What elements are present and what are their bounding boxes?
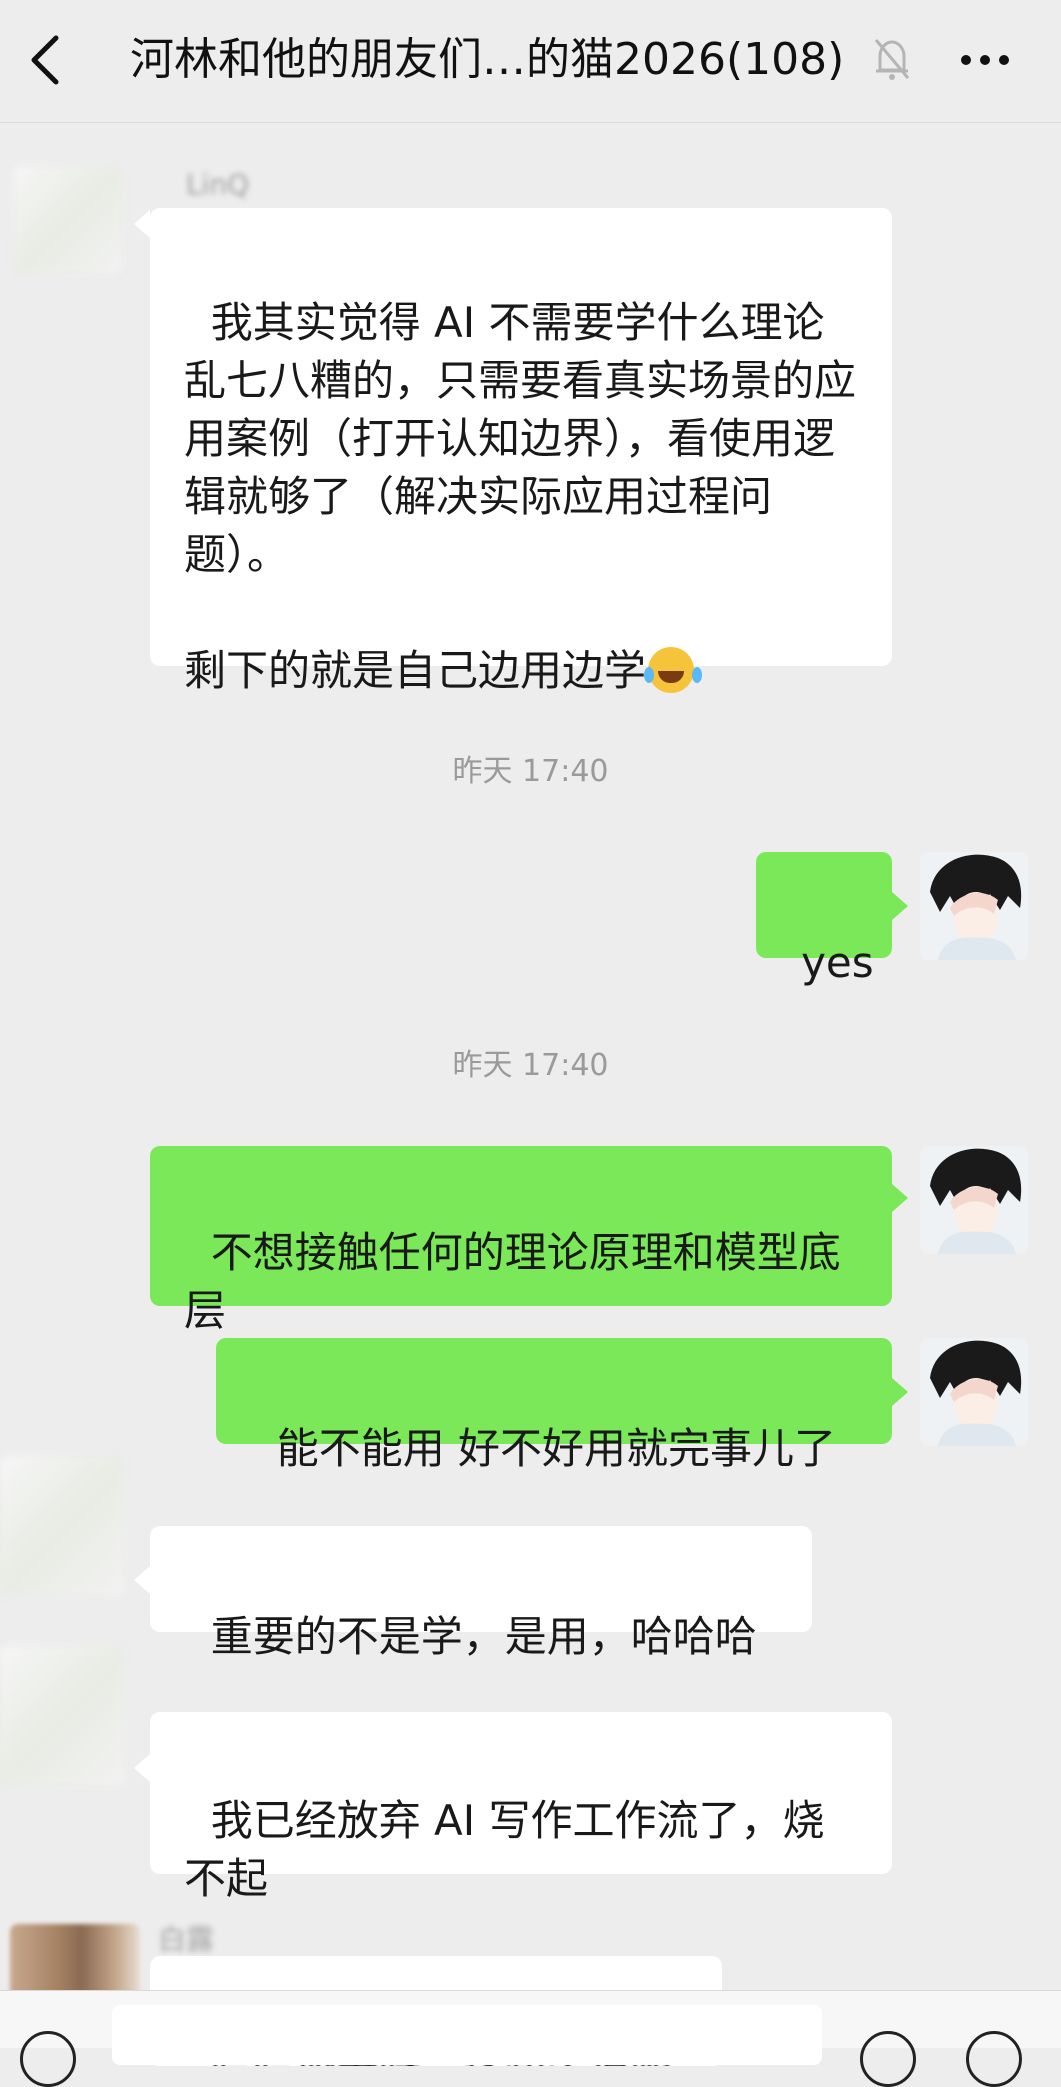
bubble-tail bbox=[134, 210, 150, 238]
avatar[interactable] bbox=[14, 166, 122, 274]
message-text: 我其实觉得 AI 不需要学什么理论乱七八糟的，只需要看真实场景的应用案例（打开认… bbox=[184, 298, 857, 695]
message-text: 不想接触任何的理论原理和模型底层 bbox=[184, 1228, 841, 1335]
bubble-tail bbox=[134, 1566, 150, 1594]
bell-off-icon bbox=[874, 39, 910, 80]
anime-avatar-icon bbox=[920, 1338, 1028, 1446]
message-bubble[interactable]: yes bbox=[756, 852, 892, 987]
voice-icon[interactable] bbox=[20, 2031, 76, 2087]
message-text: yes bbox=[801, 938, 874, 987]
chat-header: 河林和他的朋友们…的猫2026(108) bbox=[0, 0, 1061, 123]
bubble-tail bbox=[892, 892, 908, 920]
anime-avatar-icon bbox=[920, 852, 1028, 960]
bubble-tail bbox=[892, 1378, 908, 1406]
chevron-left-icon[interactable] bbox=[22, 30, 68, 90]
timestamp: 昨天 17:40 bbox=[452, 1048, 609, 1083]
sender-name: LinQ bbox=[186, 168, 250, 201]
avatar[interactable] bbox=[920, 1338, 1028, 1446]
message-bubble[interactable]: 不想接触任何的理论原理和模型底层 bbox=[150, 1146, 892, 1335]
bubble-tail bbox=[892, 1184, 908, 1212]
message-bubble[interactable]: 重要的不是学，是用，哈哈哈 bbox=[150, 1526, 812, 1661]
plus-icon[interactable] bbox=[966, 2031, 1022, 2087]
bubble-tail bbox=[134, 1754, 150, 1782]
message-text: 我已经放弃 AI 写作工作流了，烧不起 bbox=[184, 1796, 825, 1903]
message-text: 重要的不是学，是用，哈哈哈 bbox=[210, 1612, 757, 1661]
input-bar bbox=[0, 1990, 1061, 2087]
message-bubble[interactable]: 能不能用 好不好用就完事儿了 bbox=[216, 1338, 892, 1473]
message-bubble[interactable]: 我其实觉得 AI 不需要学什么理论乱七八糟的，只需要看真实场景的应用案例（打开认… bbox=[150, 208, 892, 695]
avatar[interactable] bbox=[0, 1646, 124, 1786]
message-input[interactable] bbox=[112, 2005, 822, 2065]
anime-avatar-icon bbox=[920, 1146, 1028, 1254]
avatar[interactable] bbox=[0, 1456, 124, 1596]
avatar[interactable] bbox=[920, 852, 1028, 960]
tears-of-joy-emoji-icon bbox=[644, 647, 695, 693]
sender-name: 白露 bbox=[158, 1923, 215, 1956]
timestamp: 昨天 17:40 bbox=[452, 754, 609, 789]
message-bubble[interactable]: 我已经放弃 AI 写作工作流了，烧不起 bbox=[150, 1712, 892, 1903]
emoji-icon[interactable] bbox=[860, 2031, 916, 2087]
more-dots-icon[interactable] bbox=[958, 42, 1012, 78]
chat-title: 河林和他的朋友们…的猫2026(108) bbox=[130, 34, 845, 85]
message-text: 能不能用 好不好用就完事儿了 bbox=[276, 1424, 837, 1473]
avatar[interactable] bbox=[920, 1146, 1028, 1254]
